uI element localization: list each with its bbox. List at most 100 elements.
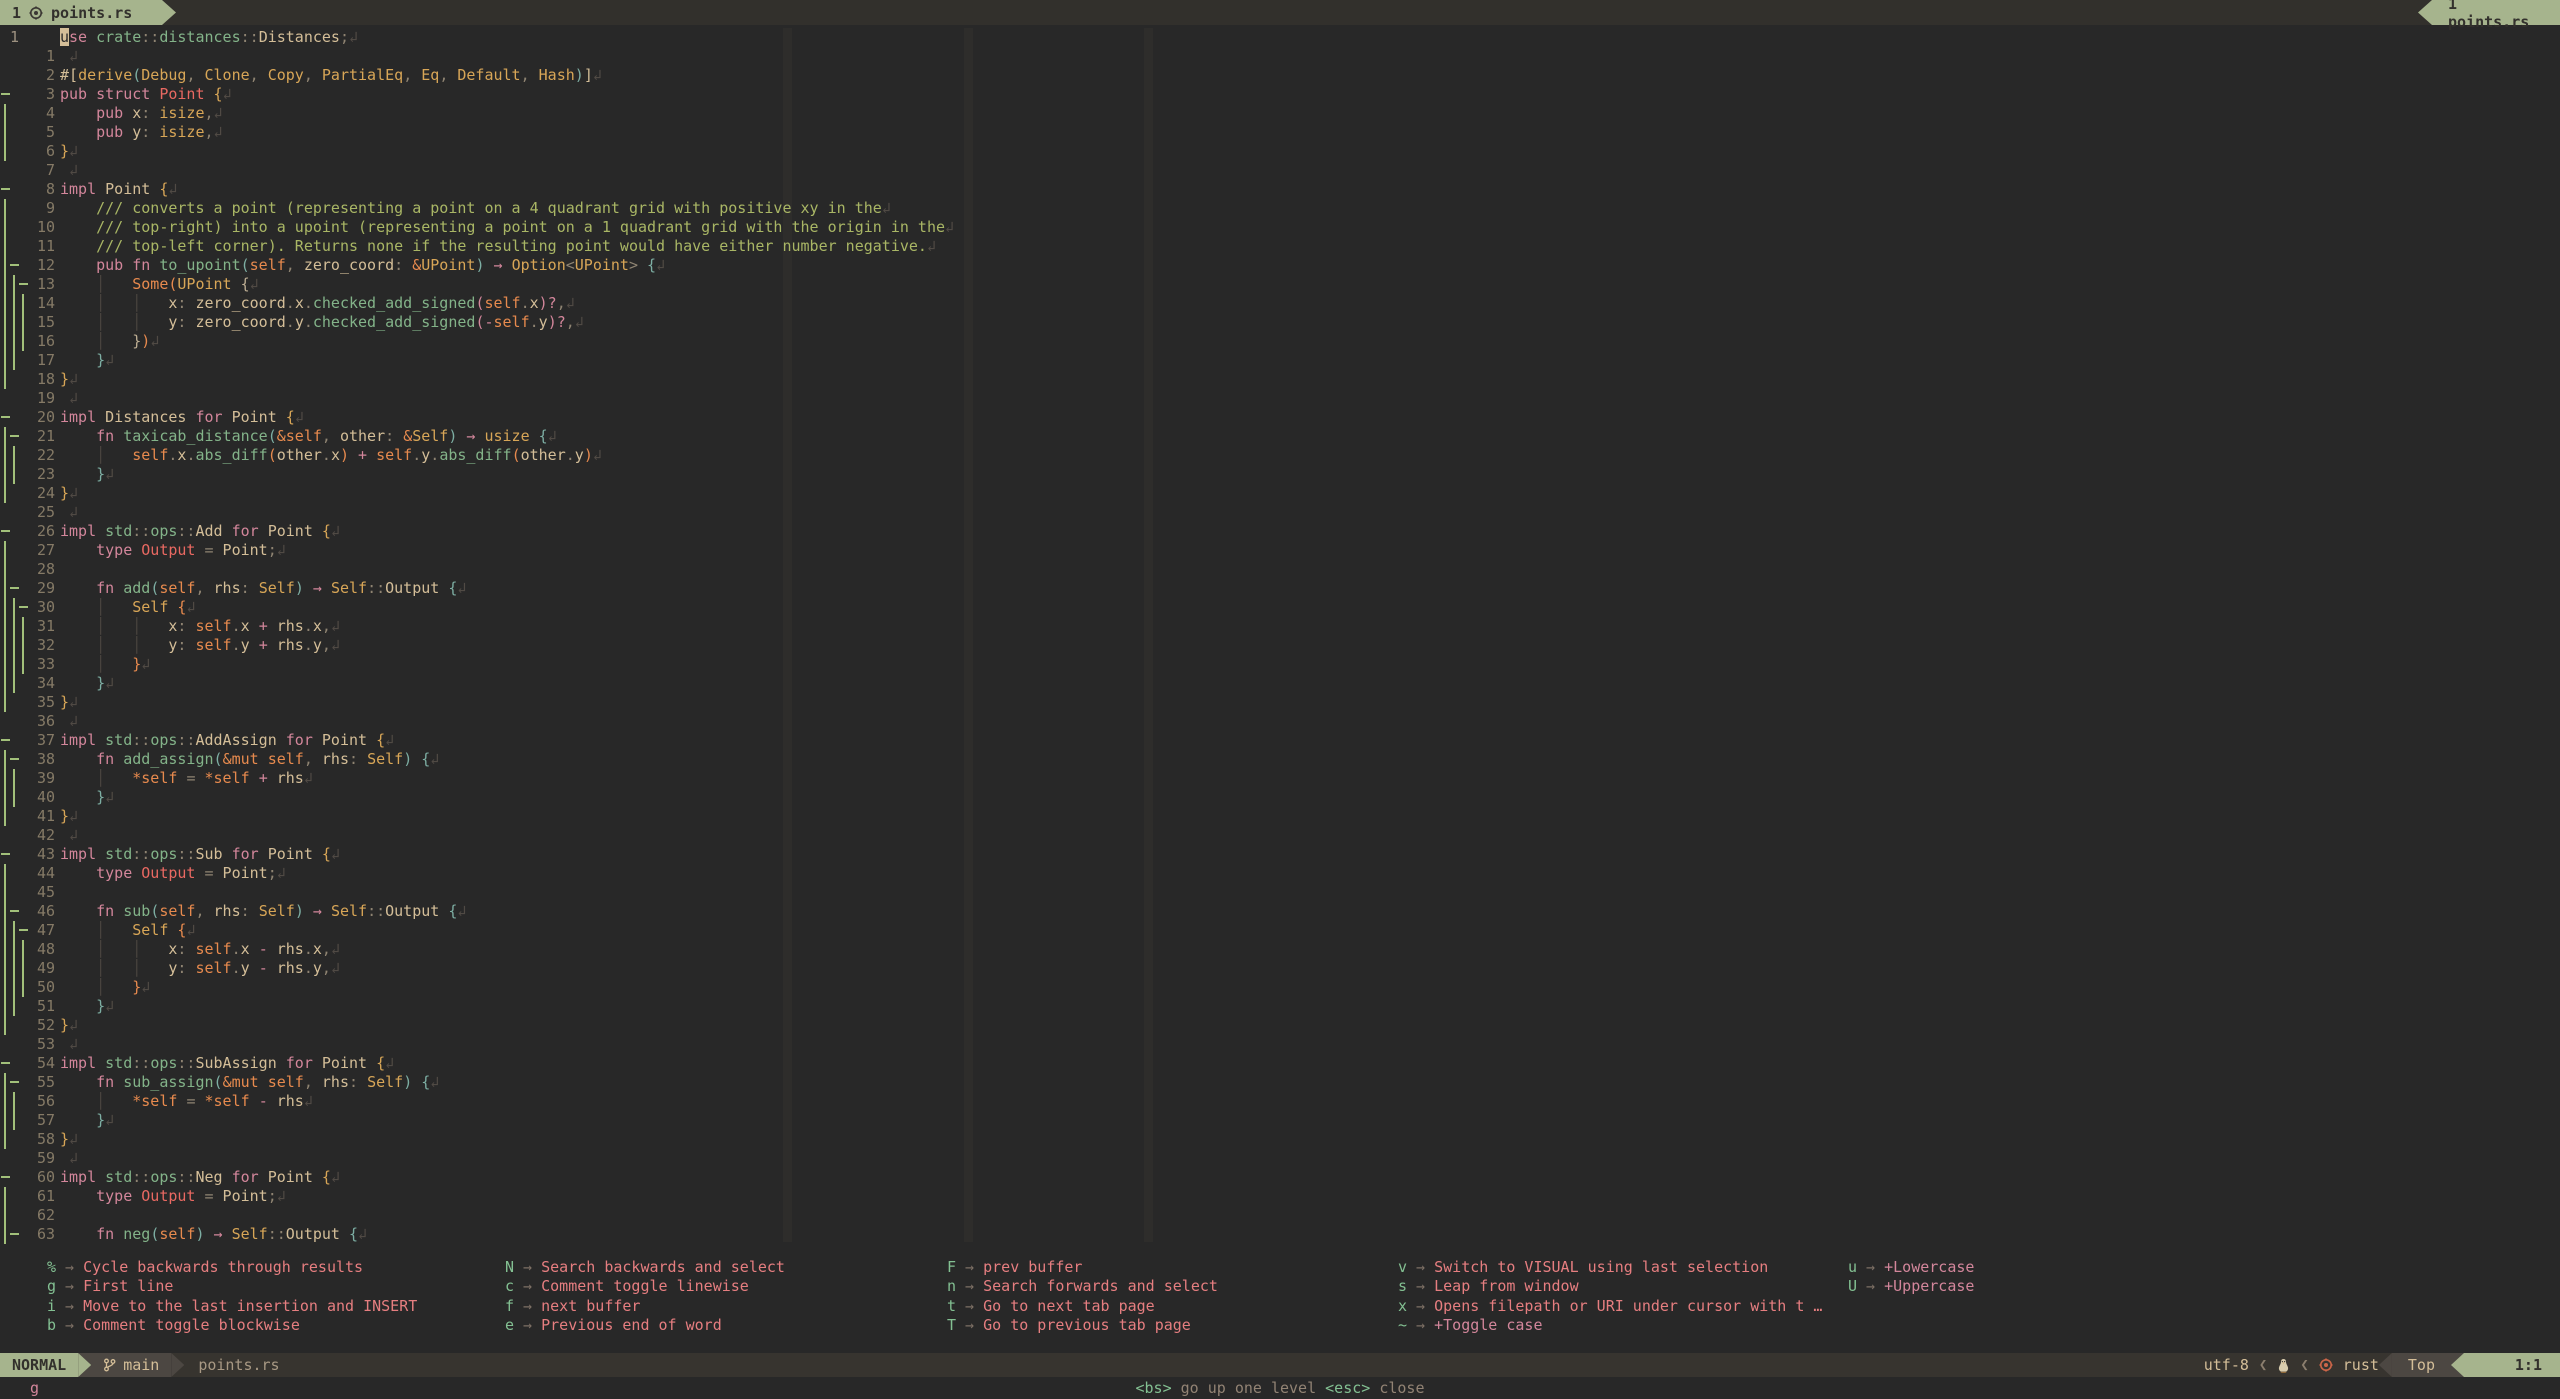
line-number: 39 xyxy=(36,769,55,787)
code-line[interactable]: 9 /// converts a point (representing a p… xyxy=(0,199,2560,218)
keybinding-hint[interactable]: F → prev buffer xyxy=(947,1258,1218,1277)
code-line[interactable]: 25 ↲ xyxy=(0,503,2560,522)
code-text: │ }↲ xyxy=(96,655,151,673)
code-line[interactable]: 53 ↲ xyxy=(0,1035,2560,1054)
code-line[interactable]: 1 ↲ xyxy=(0,47,2560,66)
keybinding-hint[interactable]: % → Cycle backwards through results xyxy=(47,1258,417,1277)
keybinding-hint[interactable]: f → next buffer xyxy=(505,1297,785,1316)
git-branch-segment[interactable]: main xyxy=(91,1353,172,1377)
code-line[interactable]: 55 fn sub_assign(&mut self, rhs: Self) {… xyxy=(0,1073,2560,1092)
line-number: 28 xyxy=(36,560,55,578)
code-text: fn add_assign(&mut self, rhs: Self) {↲ xyxy=(96,750,440,768)
newline-marker: ↲ xyxy=(276,541,286,559)
code-line[interactable]: 26 impl std::ops::Add for Point {↲ xyxy=(0,522,2560,541)
code-line[interactable]: 1 use crate::distances::Distances;↲ xyxy=(0,28,2560,47)
keybinding-hint[interactable]: t → Go to next tab page xyxy=(947,1297,1218,1316)
code-line[interactable]: 40 }↲ xyxy=(0,788,2560,807)
keybinding-hint[interactable]: i → Move to the last insertion and INSER… xyxy=(47,1297,417,1316)
code-line[interactable]: 21 fn taxicab_distance(&self, other: &Se… xyxy=(0,427,2560,446)
code-line[interactable]: 59 ↲ xyxy=(0,1149,2560,1168)
code-line[interactable]: 7 ↲ xyxy=(0,161,2560,180)
code-line[interactable]: 44 type Output = Point;↲ xyxy=(0,864,2560,883)
tab-active-points-rs[interactable]: 1 points.rs xyxy=(0,0,162,25)
code-line[interactable]: 24}↲ xyxy=(0,484,2560,503)
keybinding-hint[interactable]: b → Comment toggle blockwise xyxy=(47,1316,417,1335)
code-line[interactable]: 60 impl std::ops::Neg for Point {↲ xyxy=(0,1168,2560,1187)
code-line[interactable]: 23 }↲ xyxy=(0,465,2560,484)
code-line[interactable]: 62 xyxy=(0,1206,2560,1225)
keybinding-hint[interactable]: e → Previous end of word xyxy=(505,1316,785,1335)
code-line[interactable]: 63 fn neg(self) → Self::Output {↲ xyxy=(0,1225,2560,1244)
code-line[interactable]: 56 │ *self = *self - rhs↲ xyxy=(0,1092,2560,1111)
code-line[interactable]: 12 pub fn to_upoint(self, zero_coord: &U… xyxy=(0,256,2560,275)
code-line[interactable]: 45 xyxy=(0,883,2560,902)
keybinding-hint[interactable]: x → Opens filepath or URI under cursor w… xyxy=(1398,1297,1822,1316)
keybinding-hint[interactable]: T → Go to previous tab page xyxy=(947,1316,1218,1335)
code-line[interactable]: 54 impl std::ops::SubAssign for Point {↲ xyxy=(0,1054,2560,1073)
code-line[interactable]: 36 ↲ xyxy=(0,712,2560,731)
tab-window-indicator[interactable]: 1 points.rs xyxy=(2432,0,2560,31)
line-number: 26 xyxy=(36,522,55,540)
code-line[interactable]: 19 ↲ xyxy=(0,389,2560,408)
code-line[interactable]: 22 │ self.x.abs_diff(other.x) + self.y.a… xyxy=(0,446,2560,465)
code-line[interactable]: 2 #[derive(Debug, Clone, Copy, PartialEq,… xyxy=(0,66,2560,85)
code-line[interactable]: 31 │ │ x: self.x + rhs.x,↲ xyxy=(0,617,2560,636)
code-line[interactable]: 13 │ Some(UPoint {↲ xyxy=(0,275,2560,294)
hint-description: Move to the last insertion and INSERT xyxy=(83,1296,418,1315)
code-line[interactable]: 43 impl std::ops::Sub for Point {↲ xyxy=(0,845,2560,864)
keybinding-hint[interactable]: c → Comment toggle linewise xyxy=(505,1277,785,1296)
code-line[interactable]: 46 fn sub(self, rhs: Self) → Self::Outpu… xyxy=(0,902,2560,921)
keybinding-hint[interactable]: n → Search forwards and select xyxy=(947,1277,1218,1296)
code-line[interactable]: 32 │ │ y: self.y + rhs.y,↲ xyxy=(0,636,2560,655)
code-line[interactable]: 51 }↲ xyxy=(0,997,2560,1016)
code-line[interactable]: 47 │ Self {↲ xyxy=(0,921,2560,940)
code-line[interactable]: 57 }↲ xyxy=(0,1111,2560,1130)
code-line[interactable]: 42 ↲ xyxy=(0,826,2560,845)
keybinding-hint[interactable]: U → +Uppercase xyxy=(1848,1277,1974,1296)
statusline: NORMAL main points.rs utf-8 ❮ ❮ rust Top… xyxy=(0,1353,2560,1377)
keybinding-hint[interactable]: ~ → +Toggle case xyxy=(1398,1316,1822,1335)
code-line[interactable]: 3 pub struct Point {↲ xyxy=(0,85,2560,104)
code-line[interactable]: 28 xyxy=(0,560,2560,579)
keybinding-hint[interactable]: g → First line xyxy=(47,1277,417,1296)
code-line[interactable]: 52}↲ xyxy=(0,1016,2560,1035)
keybinding-hint[interactable]: s → Leap from window xyxy=(1398,1277,1822,1296)
code-line[interactable]: 27 type Output = Point;↲ xyxy=(0,541,2560,560)
code-line[interactable]: 50 │ }↲ xyxy=(0,978,2560,997)
code-line[interactable]: 37 impl std::ops::AddAssign for Point {↲ xyxy=(0,731,2560,750)
code-line[interactable]: 48 │ │ x: self.x - rhs.x,↲ xyxy=(0,940,2560,959)
code-buffer[interactable]: 1 use crate::distances::Distances;↲ 1 ↲ 2 #[… xyxy=(0,28,2560,1244)
code-line[interactable]: 29 fn add(self, rhs: Self) → Self::Outpu… xyxy=(0,579,2560,598)
code-line[interactable]: 11 /// top-left corner). Returns none if… xyxy=(0,237,2560,256)
code-line[interactable]: 49 │ │ y: self.y - rhs.y,↲ xyxy=(0,959,2560,978)
newline-marker: ↲ xyxy=(547,427,557,445)
hint-description: +Toggle case xyxy=(1434,1316,1543,1335)
code-line[interactable]: 30 │ Self {↲ xyxy=(0,598,2560,617)
code-line[interactable]: 4 pub x: isize,↲ xyxy=(0,104,2560,123)
keybinding-hint[interactable]: u → +Lowercase xyxy=(1848,1258,1974,1277)
code-line[interactable]: 39 │ *self = *self + rhs↲ xyxy=(0,769,2560,788)
code-line[interactable]: 35}↲ xyxy=(0,693,2560,712)
code-line[interactable]: 41}↲ xyxy=(0,807,2560,826)
code-line[interactable]: 5 pub y: isize,↲ xyxy=(0,123,2560,142)
code-line[interactable]: 15 │ │ y: zero_coord.y.checked_add_signe… xyxy=(0,313,2560,332)
code-line[interactable]: 8 impl Point {↲ xyxy=(0,180,2560,199)
code-line[interactable]: 14 │ │ x: zero_coord.x.checked_add_signe… xyxy=(0,294,2560,313)
newline-marker: ↲ xyxy=(330,845,340,863)
line-number: 47 xyxy=(36,921,55,939)
code-line[interactable]: 17 }↲ xyxy=(0,351,2560,370)
code-line[interactable]: 61 type Output = Point;↲ xyxy=(0,1187,2560,1206)
newline-marker: ↲ xyxy=(105,465,115,483)
hint-key: s xyxy=(1398,1277,1408,1296)
keybinding-hint[interactable]: N → Search backwards and select xyxy=(505,1258,785,1277)
code-line[interactable]: 38 fn add_assign(&mut self, rhs: Self) {… xyxy=(0,750,2560,769)
code-line[interactable]: 16 │ })↲ xyxy=(0,332,2560,351)
code-line[interactable]: 58}↲ xyxy=(0,1130,2560,1149)
code-line[interactable]: 33 │ }↲ xyxy=(0,655,2560,674)
keybinding-hint[interactable]: v → Switch to VISUAL using last selectio… xyxy=(1398,1258,1822,1277)
code-line[interactable]: 6}↲ xyxy=(0,142,2560,161)
code-line[interactable]: 20 impl Distances for Point {↲ xyxy=(0,408,2560,427)
code-line[interactable]: 10 /// top-right) into a upoint (represe… xyxy=(0,218,2560,237)
code-line[interactable]: 34 }↲ xyxy=(0,674,2560,693)
code-line[interactable]: 18}↲ xyxy=(0,370,2560,389)
